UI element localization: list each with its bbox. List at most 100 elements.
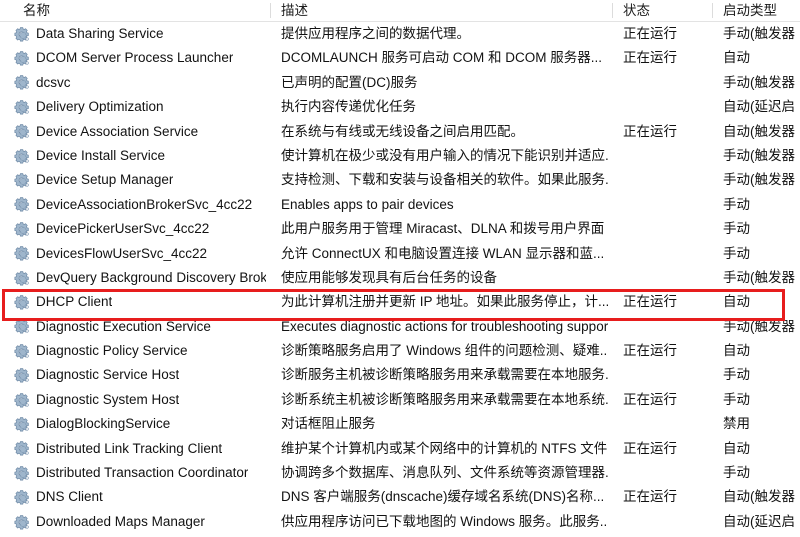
column-header-startup-type[interactable]: 启动类型 [714, 0, 800, 21]
cell-service-status: 正在运行 [623, 391, 677, 407]
table-row[interactable]: Distributed Link Tracking Client 维护某个计算机内… [0, 436, 800, 462]
cell-service-name[interactable]: Downloaded Maps Manager [14, 510, 266, 534]
column-divider-description-status[interactable] [612, 3, 613, 18]
cell-service-status [614, 71, 708, 95]
cell-service-description: 诊断策略服务启用了 Windows 组件的问题检测、疑难... [281, 343, 608, 359]
table-row[interactable]: DHCP Client 为此计算机注册并更新 IP 地址。如果此服务停止，计...… [0, 290, 800, 315]
cell-service-name[interactable]: Data Sharing Service [14, 22, 266, 46]
gear-icon [14, 172, 31, 189]
service-name-label: DNS Client [36, 489, 103, 505]
service-name-label: Distributed Link Tracking Client [36, 440, 223, 456]
table-row[interactable]: Device Install Service 使计算机在极少或没有用户输入的情况下… [0, 143, 800, 169]
table-row[interactable]: Downloaded Maps Manager 供应用程序访问已下载地图的 Win… [0, 509, 800, 535]
cell-service-description: 供应用程序访问已下载地图的 Windows 服务。此服务... [281, 513, 608, 529]
cell-service-name[interactable]: DHCP Client [14, 290, 266, 314]
cell-service-description: 支持检测、下载和安装与设备相关的软件。如果此服务... [281, 172, 608, 188]
gear-icon [14, 245, 31, 262]
table-row[interactable]: DevicePickerUserSvc_4cc22 此用户服务用于管理 Mirac… [0, 217, 800, 242]
table-row[interactable]: DialogBlockingService 对话框阻止服务 禁用 [0, 412, 800, 437]
table-row[interactable]: Diagnostic Policy Service 诊断策略服务启用了 Windo… [0, 339, 800, 364]
cell-service-startup-type: 手动 [723, 465, 750, 481]
cell-service-name[interactable]: Device Setup Manager [14, 168, 266, 192]
service-name-label: Device Setup Manager [36, 172, 174, 188]
table-row[interactable]: dcsvc 已声明的配置(DC)服务 手动(触发器 [0, 70, 800, 96]
gear-icon [14, 489, 31, 506]
column-header-description[interactable]: 描述 [272, 0, 608, 21]
table-row[interactable]: DNS Client DNS 客户端服务(dnscache)缓存域名系统(DNS)… [0, 485, 800, 510]
gear-icon [14, 99, 31, 116]
gear-icon [14, 270, 31, 287]
table-row[interactable]: Device Association Service 在系统与有线或无线设备之间启… [0, 119, 800, 144]
cell-service-status: 正在运行 [623, 489, 677, 505]
cell-service-name[interactable]: DevQuery Background Discovery Brok... [14, 266, 266, 290]
cell-service-description: 允许 ConnectUX 和电脑设置连接 WLAN 显示器和蓝... [281, 245, 605, 261]
cell-service-status [614, 461, 708, 485]
cell-service-name[interactable]: DCOM Server Process Launcher [14, 46, 266, 70]
table-row[interactable]: DevQuery Background Discovery Brok... 使应用… [0, 265, 800, 291]
column-header-name[interactable]: 名称 [14, 0, 266, 21]
cell-service-name[interactable]: DeviceAssociationBrokerSvc_4cc22 [14, 193, 266, 217]
table-row[interactable]: DeviceAssociationBrokerSvc_4cc22 Enables … [0, 192, 800, 218]
service-name-label: DevQuery Background Discovery Brok... [36, 269, 266, 285]
gear-icon [14, 440, 31, 457]
table-row[interactable]: DCOM Server Process Launcher DCOMLAUNCH 服… [0, 46, 800, 71]
service-name-label: Data Sharing Service [36, 26, 164, 41]
cell-service-startup-type: 手动(触发器 [723, 147, 795, 163]
service-rows: Data Sharing Service 提供应用程序之间的数据代理。 正在运行 手动… [0, 22, 800, 537]
cell-service-name[interactable]: Distributed Transaction Coordinator [14, 461, 266, 485]
service-name-label: DevicePickerUserSvc_4cc22 [36, 221, 210, 237]
gear-icon [14, 196, 31, 213]
cell-service-startup-type: 自动(延迟启 [723, 99, 795, 115]
service-name-label: Delivery Optimization [36, 99, 164, 115]
cell-service-startup-type: 手动(触发器 [723, 172, 795, 188]
cell-service-startup-type: 自动 [723, 50, 750, 66]
cell-service-status: 正在运行 [623, 294, 677, 310]
table-row[interactable]: Diagnostic Service Host 诊断服务主机被诊断策略服务用来承载… [0, 363, 800, 388]
cell-service-startup-type: 禁用 [723, 416, 750, 432]
cell-service-startup-type: 自动 [723, 294, 750, 310]
cell-service-name[interactable]: DevicePickerUserSvc_4cc22 [14, 217, 266, 241]
table-row[interactable]: Distributed Transaction Coordinator 协调跨多个… [0, 461, 800, 486]
cell-service-description: 诊断服务主机被诊断策略服务用来承载需要在本地服务... [281, 367, 608, 383]
cell-service-name[interactable]: DialogBlockingService [14, 412, 266, 436]
service-name-label: dcsvc [36, 74, 71, 90]
column-divider-status-startup[interactable] [712, 3, 713, 18]
cell-service-status [614, 242, 708, 266]
cell-service-name[interactable]: dcsvc [14, 71, 266, 95]
table-row[interactable]: Diagnostic Execution Service Executes dia… [0, 314, 800, 340]
cell-service-name[interactable]: Diagnostic Policy Service [14, 339, 266, 363]
cell-service-status [614, 168, 708, 192]
column-divider-name-description[interactable] [270, 3, 271, 18]
cell-service-name[interactable]: Distributed Link Tracking Client [14, 437, 266, 461]
cell-service-name[interactable]: Device Association Service [14, 120, 266, 144]
column-header-status[interactable]: 状态 [614, 0, 708, 21]
cell-service-startup-type: 自动 [723, 343, 750, 359]
gear-icon [14, 26, 31, 43]
table-row[interactable]: Diagnostic System Host 诊断系统主机被诊断策略服务用来承载需… [0, 387, 800, 413]
cell-service-name[interactable]: Diagnostic Service Host [14, 363, 266, 387]
cell-service-startup-type: 自动(延迟启 [723, 513, 795, 529]
service-name-label: Downloaded Maps Manager [36, 513, 205, 529]
cell-service-description: 执行内容传递优化任务 [281, 99, 416, 115]
cell-service-startup-type: 手动(触发器 [723, 269, 795, 285]
table-row[interactable]: Device Setup Manager 支持检测、下载和安装与设备相关的软件。如… [0, 168, 800, 193]
table-row[interactable]: Delivery Optimization 执行内容传递优化任务 自动(延迟启 [0, 95, 800, 120]
service-name-label: Device Association Service [36, 123, 199, 139]
cell-service-name[interactable]: Delivery Optimization [14, 95, 266, 119]
cell-service-name[interactable]: DNS Client [14, 485, 266, 509]
table-row[interactable]: DevicesFlowUserSvc_4cc22 允许 ConnectUX 和电脑… [0, 241, 800, 266]
table-row[interactable]: Data Sharing Service 提供应用程序之间的数据代理。 正在运行 手动… [0, 22, 800, 47]
cell-service-name[interactable]: DevicesFlowUserSvc_4cc22 [14, 242, 266, 266]
cell-service-startup-type: 手动 [723, 367, 750, 383]
cell-service-name[interactable]: Diagnostic Execution Service [14, 315, 266, 339]
cell-service-status [614, 193, 708, 217]
gear-icon [14, 367, 31, 384]
cell-service-description: 为此计算机注册并更新 IP 地址。如果此服务停止，计... [281, 294, 608, 310]
cell-service-startup-type: 手动 [723, 391, 750, 407]
cell-service-description: DCOMLAUNCH 服务可启动 COM 和 DCOM 服务器... [281, 50, 603, 66]
cell-service-description: 诊断系统主机被诊断策略服务用来承载需要在本地系统... [281, 391, 608, 407]
cell-service-startup-type: 自动(触发器 [723, 123, 795, 139]
cell-service-name[interactable]: Diagnostic System Host [14, 388, 266, 412]
service-name-label: Diagnostic Execution Service [36, 318, 211, 334]
cell-service-name[interactable]: Device Install Service [14, 144, 266, 168]
